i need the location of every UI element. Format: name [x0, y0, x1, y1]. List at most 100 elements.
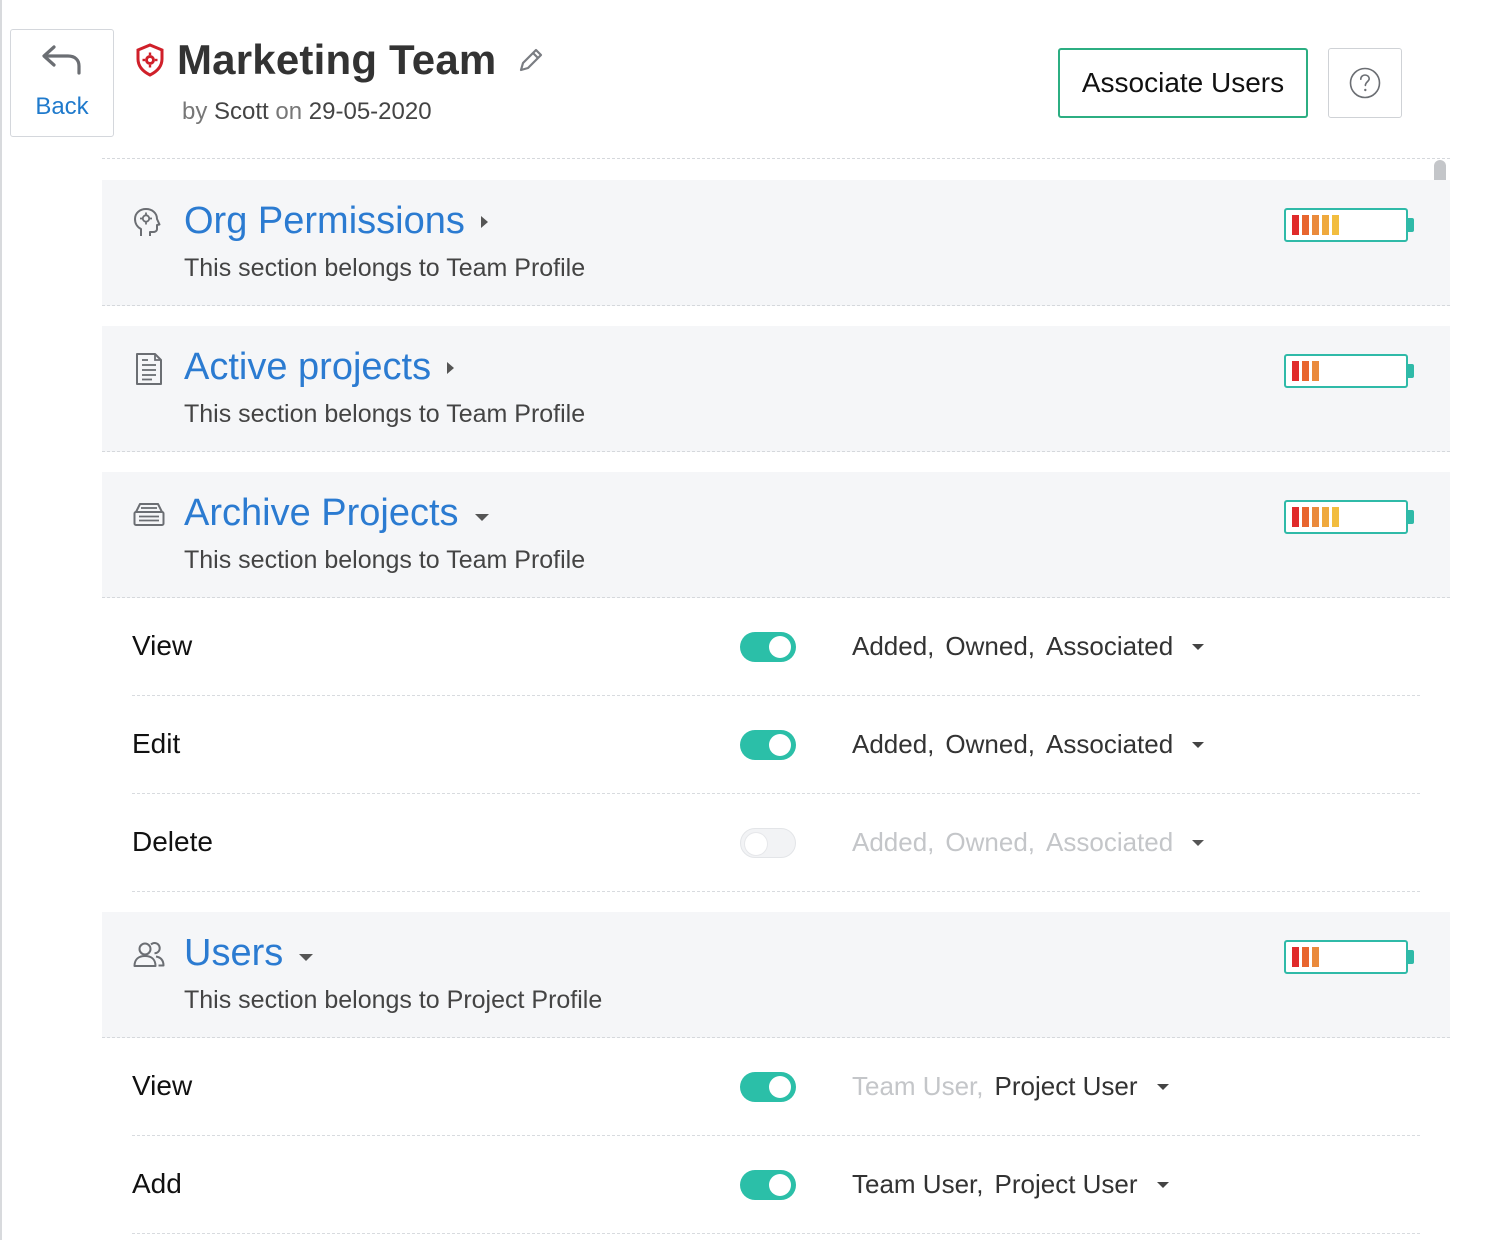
section-subtitle: This section belongs to Team Profile: [184, 546, 586, 574]
permission-row-view: View Team User, Project User: [132, 1038, 1420, 1136]
level-bar: [1312, 215, 1319, 235]
section-subtitle: This section belongs to Project Profile: [184, 986, 603, 1014]
scope-dropdown[interactable]: Added, Owned, Associated: [852, 729, 1205, 760]
undo-arrow-icon: [42, 45, 81, 75]
permission-row-edit: Edit Added, Owned, Associated: [132, 696, 1420, 794]
permission-label: View: [132, 1070, 193, 1101]
expand-caret-icon[interactable]: [480, 215, 488, 228]
toggle-knob: [769, 636, 791, 658]
archive-icon: [133, 503, 165, 526]
dropdown-arrow-icon[interactable]: [1192, 741, 1205, 748]
associate-users-button[interactable]: Associate Users: [1058, 48, 1308, 118]
users-icon: [133, 941, 165, 967]
level-bar: [1322, 215, 1329, 235]
permission-toggle[interactable]: [740, 632, 796, 662]
back-button[interactable]: Back: [10, 29, 114, 137]
back-label: Back: [35, 93, 89, 120]
toggle-knob: [769, 1076, 791, 1098]
section-title-text[interactable]: Active projects: [184, 346, 431, 389]
page-title: Marketing Team: [177, 36, 497, 83]
scope-value: Owned,: [945, 631, 1036, 661]
level-bar: [1302, 947, 1309, 967]
permission-toggle[interactable]: [740, 730, 796, 760]
toggle-knob: [745, 833, 767, 855]
scope-dropdown[interactable]: Team User, Project User: [852, 1169, 1169, 1200]
dropdown-arrow-icon[interactable]: [1156, 1181, 1169, 1188]
org-permissions-icon: [134, 208, 161, 236]
scope-value: Team User,: [852, 1071, 984, 1101]
level-bar: [1292, 215, 1299, 235]
toggle-knob: [769, 734, 791, 756]
permission-label: Edit: [132, 728, 181, 759]
page-header: Marketing Team: [135, 36, 546, 84]
section-title-text[interactable]: Org Permissions: [184, 200, 465, 243]
permission-toggle[interactable]: [740, 1072, 796, 1102]
by-prefix: by: [182, 98, 208, 125]
on-prefix: on: [275, 98, 303, 125]
level-bar: [1292, 361, 1299, 381]
permission-row-view: View Added, Owned, Associated: [132, 598, 1420, 696]
permission-row-add: Add Team User, Project User: [132, 1136, 1420, 1234]
scope-value: Owned,: [945, 827, 1036, 857]
section-title-text[interactable]: Archive Projects: [184, 492, 459, 535]
section-active-projects[interactable]: Active projects This section belongs to …: [102, 326, 1450, 452]
permission-level-indicator: [1284, 500, 1414, 534]
battery-tip: [1408, 950, 1414, 964]
dropdown-arrow-icon[interactable]: [1192, 643, 1205, 650]
battery-tip: [1408, 218, 1414, 232]
level-bar: [1302, 507, 1309, 527]
permission-level-indicator: [1284, 940, 1414, 974]
scope-value: Project User: [994, 1071, 1138, 1101]
created-date: 29-05-2020: [308, 98, 432, 125]
header-divider: [102, 158, 1450, 159]
permission-toggle[interactable]: [740, 1170, 796, 1200]
scope-value: Owned,: [945, 729, 1036, 759]
scope-value: Associated: [1046, 631, 1174, 661]
collapse-caret-icon[interactable]: [299, 954, 314, 961]
level-bar: [1312, 361, 1319, 381]
section-subtitle: This section belongs to Team Profile: [184, 254, 586, 282]
scope-value: Added,: [852, 631, 935, 661]
permission-level-indicator: [1284, 354, 1414, 388]
help-button[interactable]: [1328, 48, 1402, 118]
section-title-text[interactable]: Users: [184, 932, 283, 975]
toggle-knob: [769, 1174, 791, 1196]
scope-dropdown[interactable]: Added, Owned, Associated: [852, 827, 1205, 858]
section-title[interactable]: Users: [184, 932, 314, 975]
dropdown-arrow-icon[interactable]: [1156, 1083, 1169, 1090]
expand-caret-icon[interactable]: [447, 361, 455, 374]
section-title[interactable]: Active projects: [184, 346, 455, 389]
scope-value: Added,: [852, 729, 935, 759]
level-bar: [1302, 215, 1309, 235]
shield-gear-icon: [136, 43, 164, 77]
level-bar: [1332, 215, 1339, 235]
scope-value: Project User: [994, 1169, 1138, 1199]
permission-label: View: [132, 630, 193, 661]
permission-toggle[interactable]: [740, 828, 796, 858]
battery-tip: [1408, 510, 1414, 524]
help-icon: [1349, 67, 1381, 99]
left-border: [0, 0, 2, 1240]
scope-dropdown[interactable]: Added, Owned, Associated: [852, 631, 1205, 662]
level-bar: [1292, 947, 1299, 967]
battery-tip: [1408, 364, 1414, 378]
permission-label: Add: [132, 1168, 182, 1199]
level-bar: [1312, 507, 1319, 527]
document-icon: [136, 353, 162, 385]
dropdown-arrow-icon[interactable]: [1192, 839, 1205, 846]
byline: by Scott on 29-05-2020: [182, 98, 432, 126]
level-bar: [1292, 507, 1299, 527]
scope-value: Associated: [1046, 729, 1174, 759]
scope-value: Associated: [1046, 827, 1174, 857]
scope-value: Team User,: [852, 1169, 984, 1199]
section-archive-projects[interactable]: Archive Projects This section belongs to…: [102, 472, 1450, 598]
scope-dropdown[interactable]: Team User, Project User: [852, 1071, 1169, 1102]
section-title[interactable]: Org Permissions: [184, 200, 488, 243]
section-title[interactable]: Archive Projects: [184, 492, 489, 535]
section-org-permissions[interactable]: Org Permissions This section belongs to …: [102, 180, 1450, 306]
section-users[interactable]: Users This section belongs to Project Pr…: [102, 912, 1450, 1038]
section-subtitle: This section belongs to Team Profile: [184, 400, 586, 428]
edit-pencil-icon[interactable]: [516, 45, 546, 75]
collapse-caret-icon[interactable]: [474, 514, 489, 521]
scope-value: Added,: [852, 827, 935, 857]
